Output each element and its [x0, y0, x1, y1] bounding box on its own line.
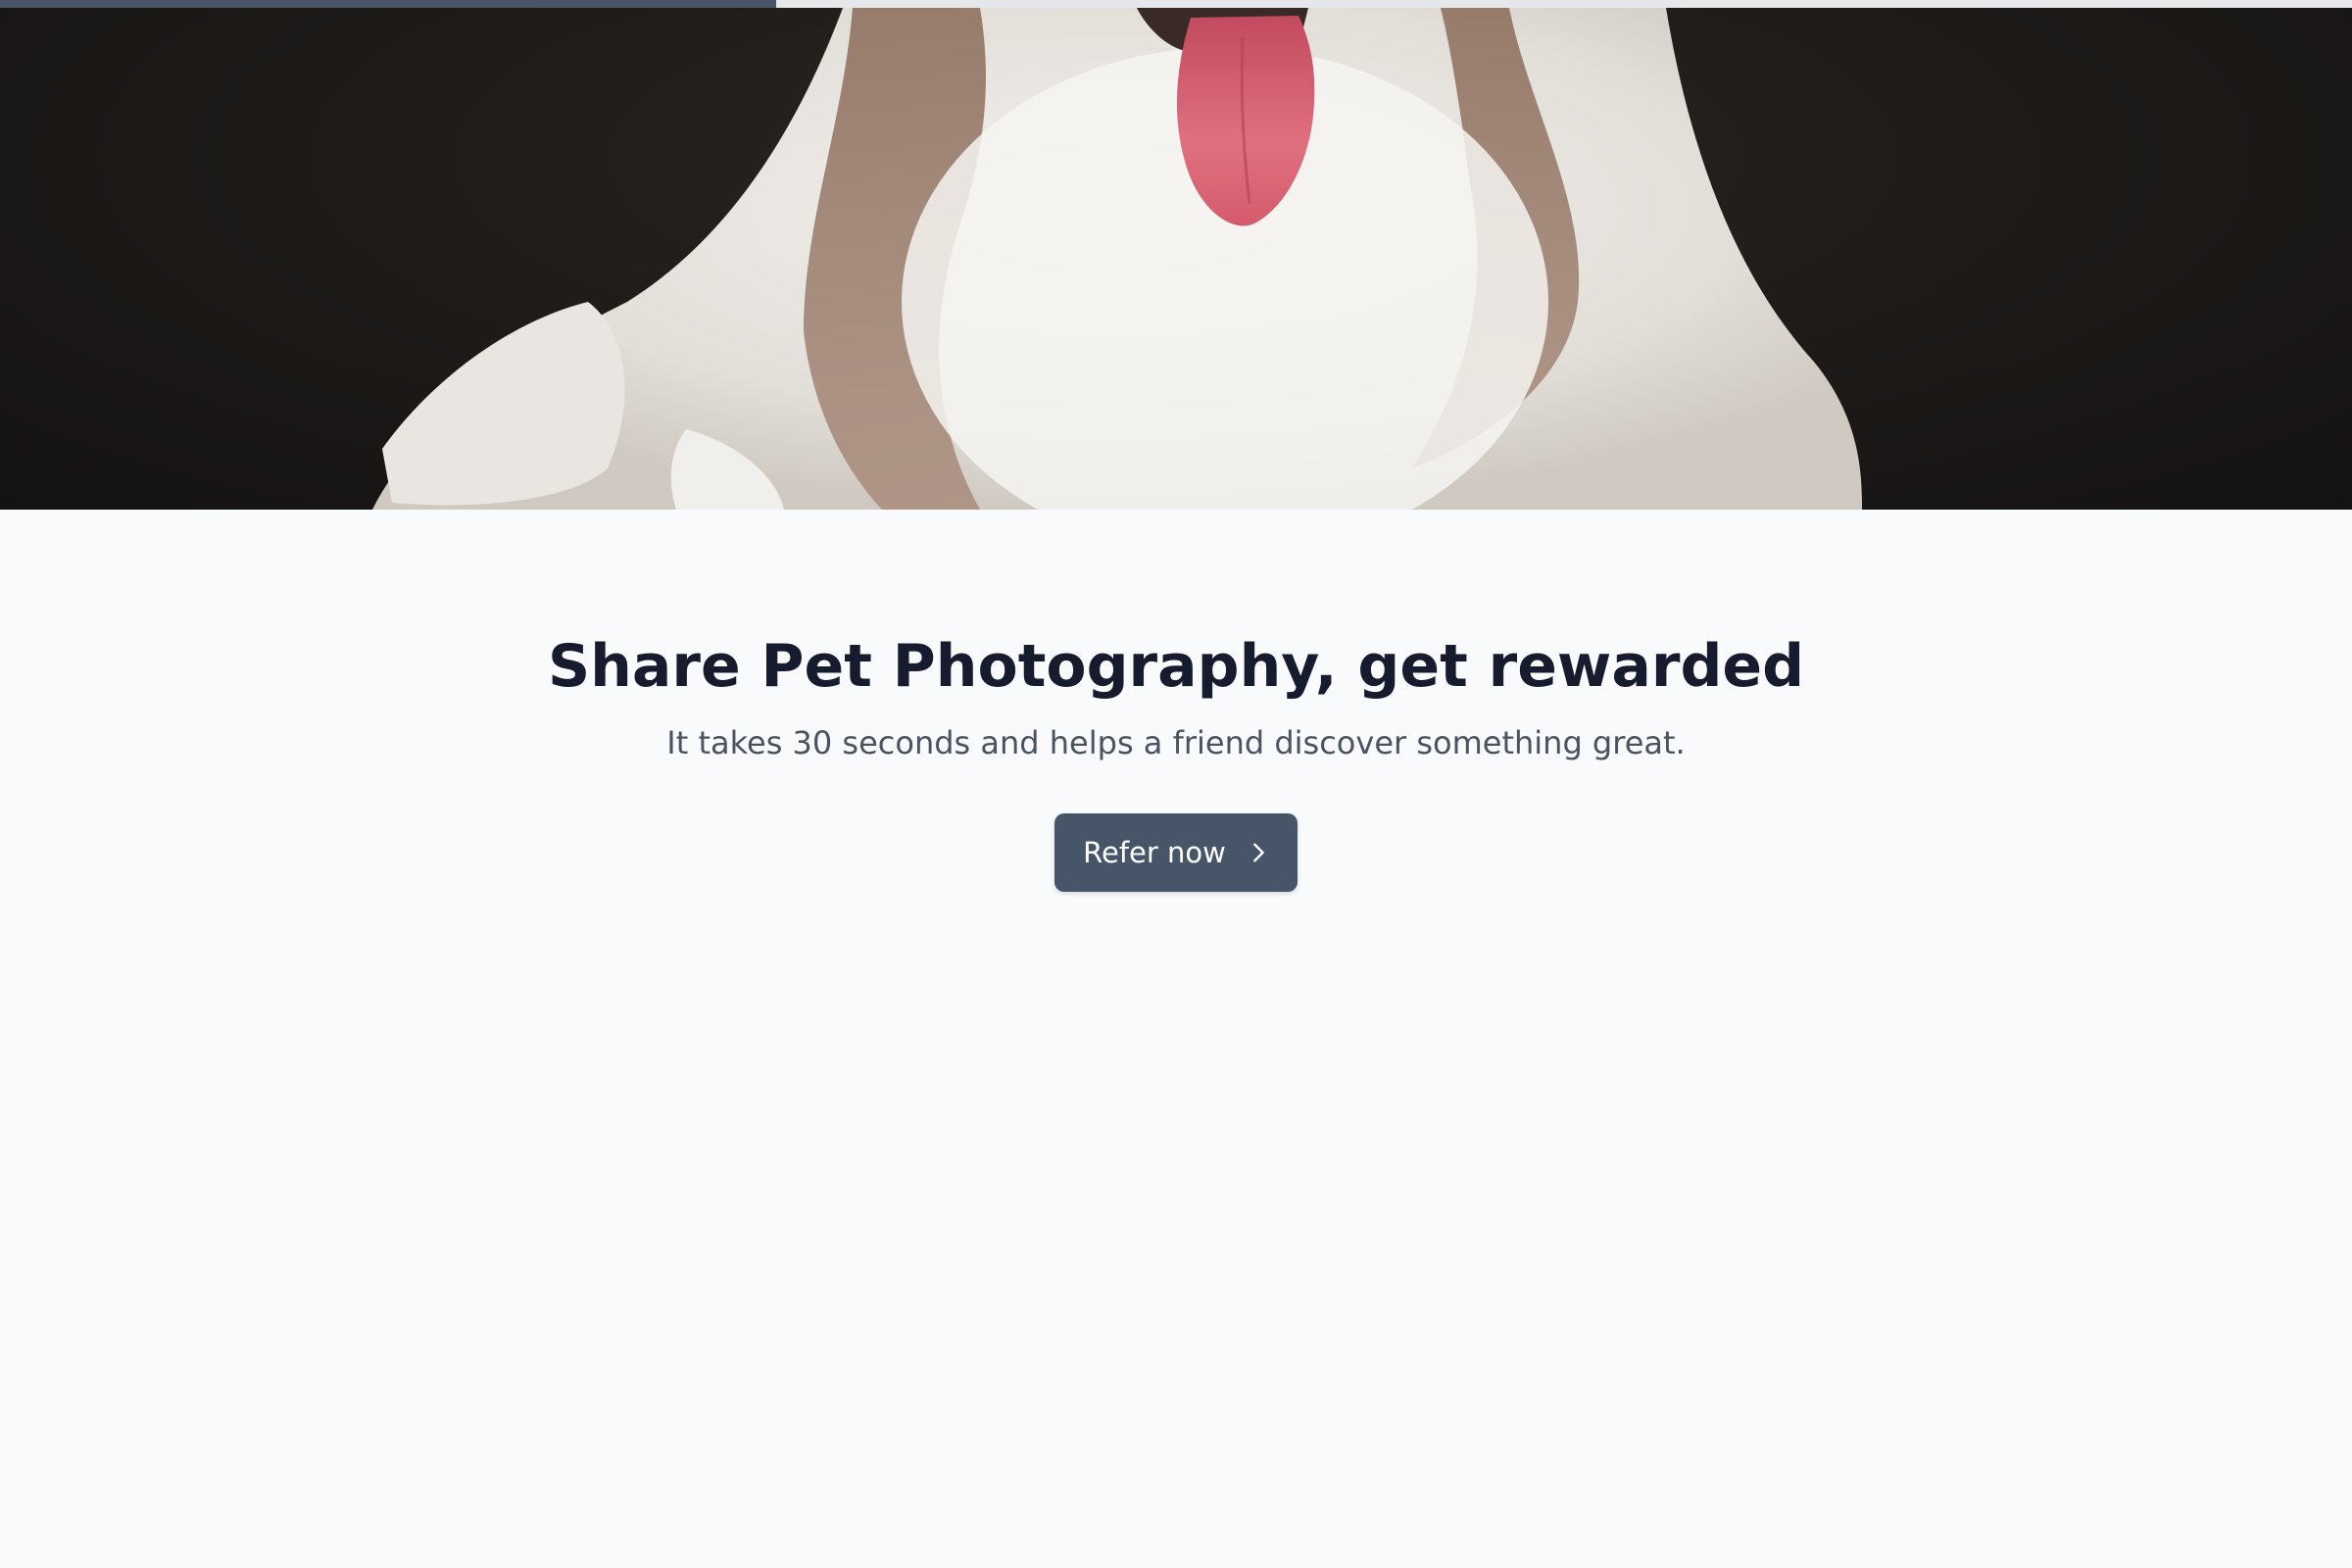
cta-section: Share Pet Photography, get rewarded It t… [0, 510, 2352, 892]
referral-page: Share Pet Photography, get rewarded It t… [0, 0, 2352, 1568]
refer-now-label: Refer now [1083, 835, 1226, 869]
dog-photo [372, 8, 1862, 510]
progress-bar-fill [0, 0, 776, 8]
chevron-right-icon [1253, 843, 1264, 862]
hero-image [0, 8, 2352, 510]
page-title: Share Pet Photography, get rewarded [547, 632, 1805, 701]
page-subtitle: It takes 30 seconds and helps a friend d… [666, 724, 1686, 761]
refer-now-button[interactable]: Refer now [1054, 812, 1298, 892]
progress-bar [0, 0, 2352, 8]
